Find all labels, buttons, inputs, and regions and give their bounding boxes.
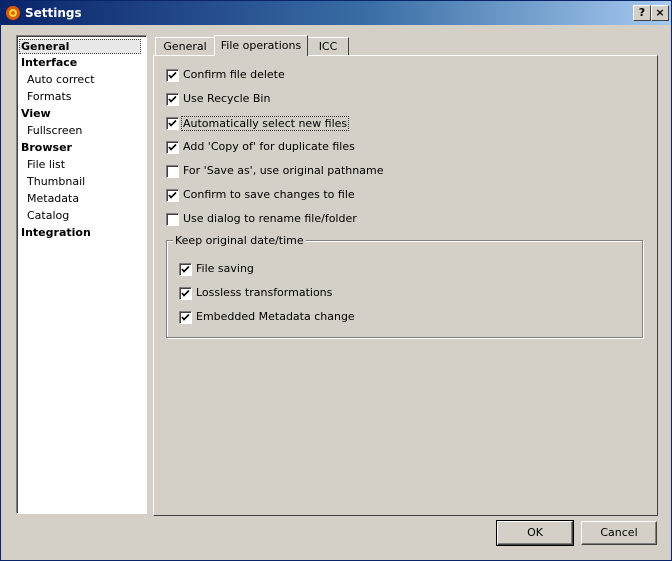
option-label: Embedded Metadata change (196, 310, 355, 323)
tab-icc[interactable]: ICC (307, 37, 349, 55)
tab-general[interactable]: General (155, 37, 215, 55)
check-mark-icon (181, 289, 190, 297)
app-logo-icon (6, 6, 20, 20)
title-bar[interactable]: Settings ? × (1, 1, 671, 25)
option-label: Add 'Copy of' for duplicate files (183, 140, 355, 153)
checkbox[interactable] (166, 189, 179, 202)
settings-category-tree[interactable]: General Interface Auto correct Formats V… (16, 35, 147, 514)
close-button[interactable]: × (651, 5, 669, 21)
checkbox[interactable] (166, 117, 179, 130)
cancel-button[interactable]: Cancel (581, 521, 657, 545)
keep-date-group-title: Keep original date/time (173, 234, 306, 247)
option-label: File saving (196, 262, 254, 275)
check-mark-icon (168, 71, 177, 79)
checkbox[interactable] (166, 165, 179, 178)
ok-button[interactable]: OK (496, 520, 574, 546)
tree-item-view[interactable]: View (21, 106, 51, 121)
checkbox[interactable] (166, 141, 179, 154)
option-label: Lossless transformations (196, 286, 333, 299)
tree-item-auto-correct[interactable]: Auto correct (27, 72, 95, 87)
check-mark-icon (181, 313, 190, 321)
tree-item-formats[interactable]: Formats (27, 89, 72, 104)
check-mark-icon (168, 191, 177, 199)
help-button[interactable]: ? (633, 5, 651, 21)
checkbox[interactable] (179, 263, 192, 276)
tree-item-fullscreen[interactable]: Fullscreen (27, 123, 82, 138)
tree-item-metadata[interactable]: Metadata (27, 191, 79, 206)
check-mark-icon (168, 143, 177, 151)
tree-item-thumbnail[interactable]: Thumbnail (27, 174, 85, 189)
option-label: Confirm file delete (183, 68, 285, 81)
tree-item-browser[interactable]: Browser (21, 140, 72, 155)
option-label: Use Recycle Bin (183, 92, 271, 105)
checkbox[interactable] (179, 287, 192, 300)
tree-item-catalog[interactable]: Catalog (27, 208, 69, 223)
checkbox[interactable] (166, 69, 179, 82)
checkbox[interactable] (166, 93, 179, 106)
check-mark-icon (168, 119, 177, 127)
tree-item-integration[interactable]: Integration (21, 225, 91, 240)
checkbox[interactable] (179, 311, 192, 324)
tree-item-file-list[interactable]: File list (27, 157, 65, 172)
checkbox[interactable] (166, 213, 179, 226)
option-label: For 'Save as', use original pathname (183, 164, 384, 177)
option-label: Confirm to save changes to file (183, 188, 355, 201)
tree-item-general[interactable]: General (19, 39, 141, 54)
check-mark-icon (181, 265, 190, 273)
check-mark-icon (168, 95, 177, 103)
option-label: Use dialog to rename file/folder (183, 212, 357, 225)
tree-item-interface[interactable]: Interface (21, 55, 77, 70)
tab-file-operations[interactable]: File operations (214, 35, 308, 56)
window-title: Settings (25, 6, 82, 20)
option-label: Automatically select new files (181, 116, 350, 131)
